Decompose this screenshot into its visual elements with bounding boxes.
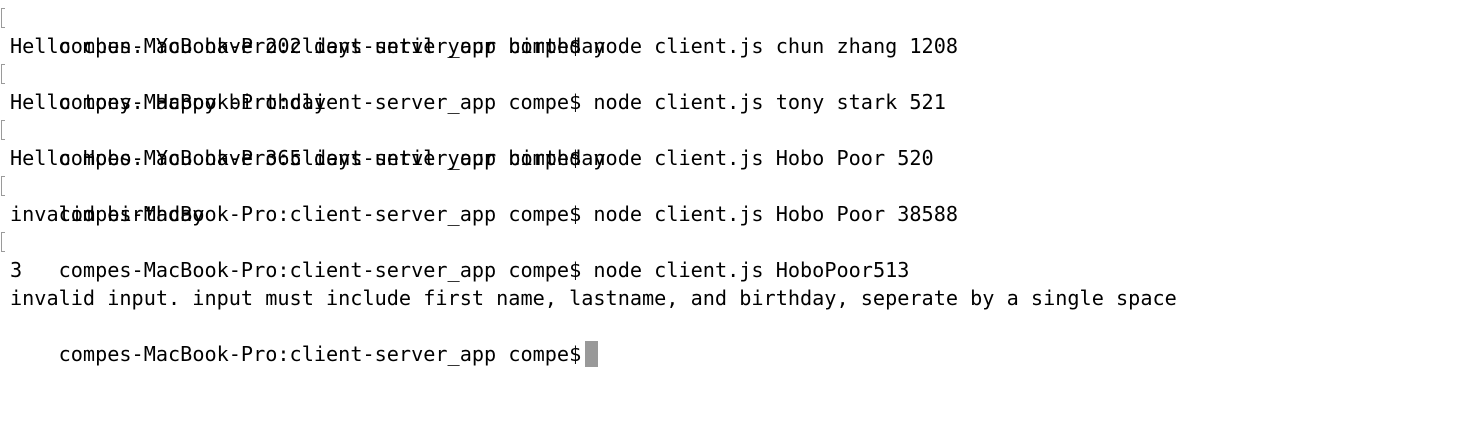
active-command-line[interactable]: compes-MacBook-Pro:client-server_app com… (10, 312, 1464, 367)
output-line: invalid birthday (10, 200, 1464, 228)
output-text: Hello chun. You have 202 days until your… (10, 34, 606, 58)
command-mark (1, 64, 5, 84)
output-text: Hello tony. Happy birthday (10, 90, 327, 114)
output-text: 3 (10, 258, 23, 282)
command-mark (1, 176, 5, 196)
output-line: Hello tony. Happy birthday (10, 88, 1464, 116)
command-mark (1, 232, 5, 252)
output-line: 3 (10, 256, 1464, 284)
command-mark (1, 8, 5, 28)
text-cursor (585, 341, 599, 367)
output-text: invalid birthday (10, 202, 205, 226)
command-line: compes-MacBook-Pro:client-server_app com… (1, 4, 1464, 58)
output-line: Hello Hobo. You have 365 days until your… (10, 144, 1464, 172)
output-line: Hello chun. You have 202 days until your… (10, 32, 1464, 60)
command-line: compes-MacBook-Pro:client-server_app com… (1, 172, 1464, 226)
prompt: compes-MacBook-Pro:client-server_app com… (58, 342, 582, 366)
command-line: compes-MacBook-Pro:client-server_app com… (1, 60, 1464, 114)
output-text: invalid input. input must include first … (10, 286, 1177, 310)
command-mark (1, 120, 5, 140)
output-text: Hello Hobo. You have 365 days until your… (10, 146, 606, 170)
output-line: invalid input. input must include first … (10, 284, 1464, 312)
command-line: compes-MacBook-Pro:client-server_app com… (1, 116, 1464, 170)
terminal-window[interactable]: compes-MacBook-Pro:client-server_app com… (0, 0, 1464, 430)
command-line: compes-MacBook-Pro:client-server_app com… (1, 228, 1464, 282)
